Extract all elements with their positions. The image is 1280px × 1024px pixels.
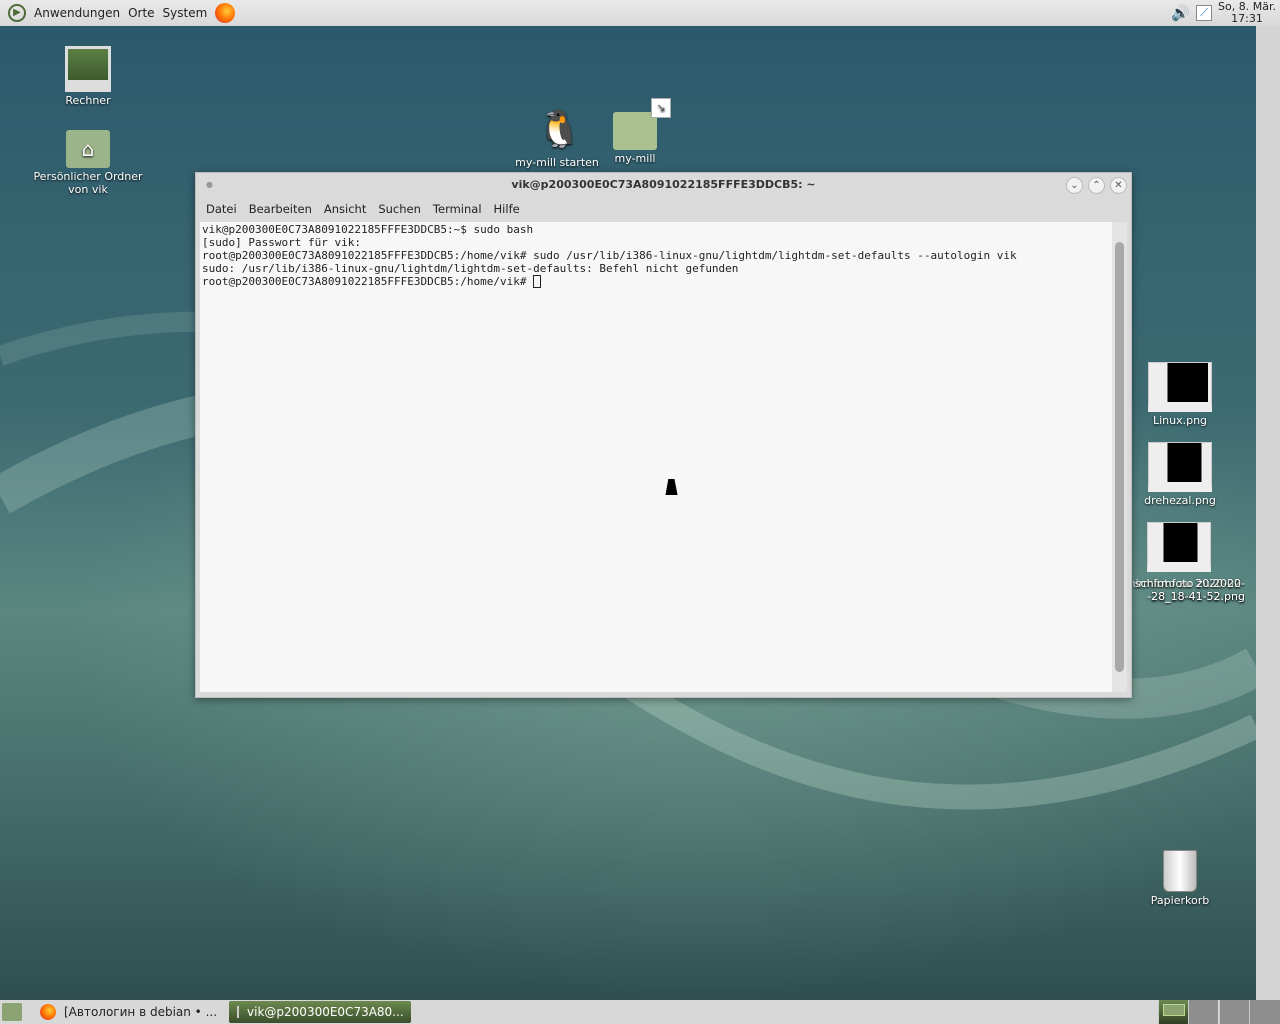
close-button[interactable]: ✕ (1110, 177, 1127, 194)
icon-label-wrapped: schirmfoto zu 2020- -28_18-41-52.png (1133, 577, 1245, 603)
top-panel: ▶ Anwendungen Orte System 🔊 ⟋ So, 8. Mär… (0, 0, 1280, 26)
menu-ansicht[interactable]: Ansicht (324, 202, 366, 216)
icon-label: my-mill (614, 152, 656, 165)
network-icon[interactable]: ⟋ (1196, 5, 1213, 21)
desktop-icon-linux-png[interactable]: Linux.png (1115, 362, 1245, 427)
output-line: vik@p200300E0C73A8091022185FFFE3DDCB5:~$… (202, 223, 534, 236)
output-line: sudo: /usr/lib/i386-linux-gnu/lightdm/li… (202, 262, 739, 275)
desktop-icon-folder[interactable]: ↘ my-mill (570, 98, 700, 165)
window-title: vik@p200300E0C73A8091022185FFFE3DDCB5: ~ (511, 178, 816, 191)
prompt-line: root@p200300E0C73A8091022185FFFE3DDCB5:/… (202, 275, 534, 288)
firefox-launcher-icon[interactable] (215, 3, 236, 23)
output-line: [sudo] Passwort für vik: (202, 236, 361, 249)
menu-bar: Datei Bearbeiten Ansicht Suchen Terminal… (196, 197, 1131, 221)
workspace-3[interactable] (1219, 1000, 1249, 1024)
firefox-icon (40, 1004, 56, 1020)
volume-icon[interactable]: 🔊 (1171, 4, 1190, 22)
clock[interactable]: So, 8. Mär. 17:31 (1218, 1, 1276, 25)
menu-places[interactable]: Orte (128, 6, 154, 20)
menu-datei[interactable]: Datei (206, 202, 237, 216)
image-thumbnail-icon (1148, 362, 1212, 412)
desktop-icon-trash[interactable]: Papierkorb (1115, 850, 1245, 907)
icon-label: drehezal.png (1144, 494, 1216, 507)
image-thumbnail-icon (1148, 442, 1212, 492)
menu-suchen[interactable]: Suchen (378, 202, 421, 216)
image-thumbnail-icon (1147, 522, 1211, 572)
icon-label-line2: -28_18-41-52.png (1147, 590, 1245, 603)
text-cursor (533, 275, 542, 288)
desktop-icon-home[interactable]: ⌂ Persönlicher Ordner von vik (23, 130, 153, 196)
bottom-panel: [Автологин в debian • ... vik@p200300E0C… (0, 1000, 1280, 1024)
menu-applications[interactable]: Anwendungen (34, 6, 120, 20)
debian-menu-icon[interactable]: ▶ (8, 4, 26, 22)
desktop-icon-drehezal-png[interactable]: drehezal.png (1115, 442, 1245, 507)
menu-terminal[interactable]: Terminal (433, 202, 482, 216)
workspace-2[interactable] (1188, 1000, 1218, 1024)
output-line: root@p200300E0C73A8091022185FFFE3DDCB5:/… (202, 249, 1017, 262)
icon-label: Linux.png (1152, 414, 1208, 427)
maximize-button[interactable]: ⌃ (1088, 177, 1105, 194)
workspace-4[interactable] (1249, 1000, 1280, 1024)
terminal-icon (237, 1006, 240, 1018)
title-bar[interactable]: ● vik@p200300E0C73A8091022185FFFE3DDCB5:… (196, 173, 1131, 197)
menu-bearbeiten[interactable]: Bearbeiten (249, 202, 312, 216)
menu-system[interactable]: System (163, 6, 208, 20)
minimize-button[interactable]: ⌄ (1066, 177, 1083, 194)
menu-hilfe[interactable]: Hilfe (494, 202, 520, 216)
task-label: vik@p200300E0C73A80... (247, 1005, 404, 1019)
trash-icon (1163, 850, 1197, 892)
computer-icon (65, 46, 111, 92)
terminal-output[interactable]: vik@p200300E0C73A8091022185FFFE3DDCB5:~$… (200, 222, 1112, 692)
screen-edge (1256, 26, 1280, 1000)
icon-label-line1: schirmfoto zu 2020- (1134, 577, 1245, 590)
task-label: [Автологин в debian • ... (64, 1005, 218, 1019)
desktop-icon-computer[interactable]: Rechner (23, 46, 153, 107)
icon-label: Rechner (65, 94, 111, 107)
terminal-window: ● vik@p200300E0C73A8091022185FFFE3DDCB5:… (195, 172, 1132, 698)
icon-label: Papierkorb (1150, 894, 1210, 907)
icon-label: Persönlicher Ordner von vik (33, 170, 143, 196)
folder-link-icon: ↘ (613, 98, 671, 150)
task-firefox[interactable]: [Автологин в debian • ... (32, 1001, 225, 1023)
workspace-1[interactable] (1158, 1000, 1188, 1024)
window-menu-dot[interactable]: ● (206, 173, 213, 197)
show-desktop-icon[interactable] (2, 1003, 22, 1021)
screenshot-file-caption[interactable]: Bildschirmfoto zu 2020-02-28_18-41-52.pn… (1133, 577, 1245, 605)
home-folder-icon: ⌂ (66, 130, 110, 168)
scrollbar-thumb[interactable] (1115, 242, 1124, 672)
clock-time: 17:31 (1231, 12, 1263, 25)
task-terminal[interactable]: vik@p200300E0C73A80... (229, 1001, 412, 1023)
vertical-scrollbar[interactable] (1112, 222, 1127, 692)
